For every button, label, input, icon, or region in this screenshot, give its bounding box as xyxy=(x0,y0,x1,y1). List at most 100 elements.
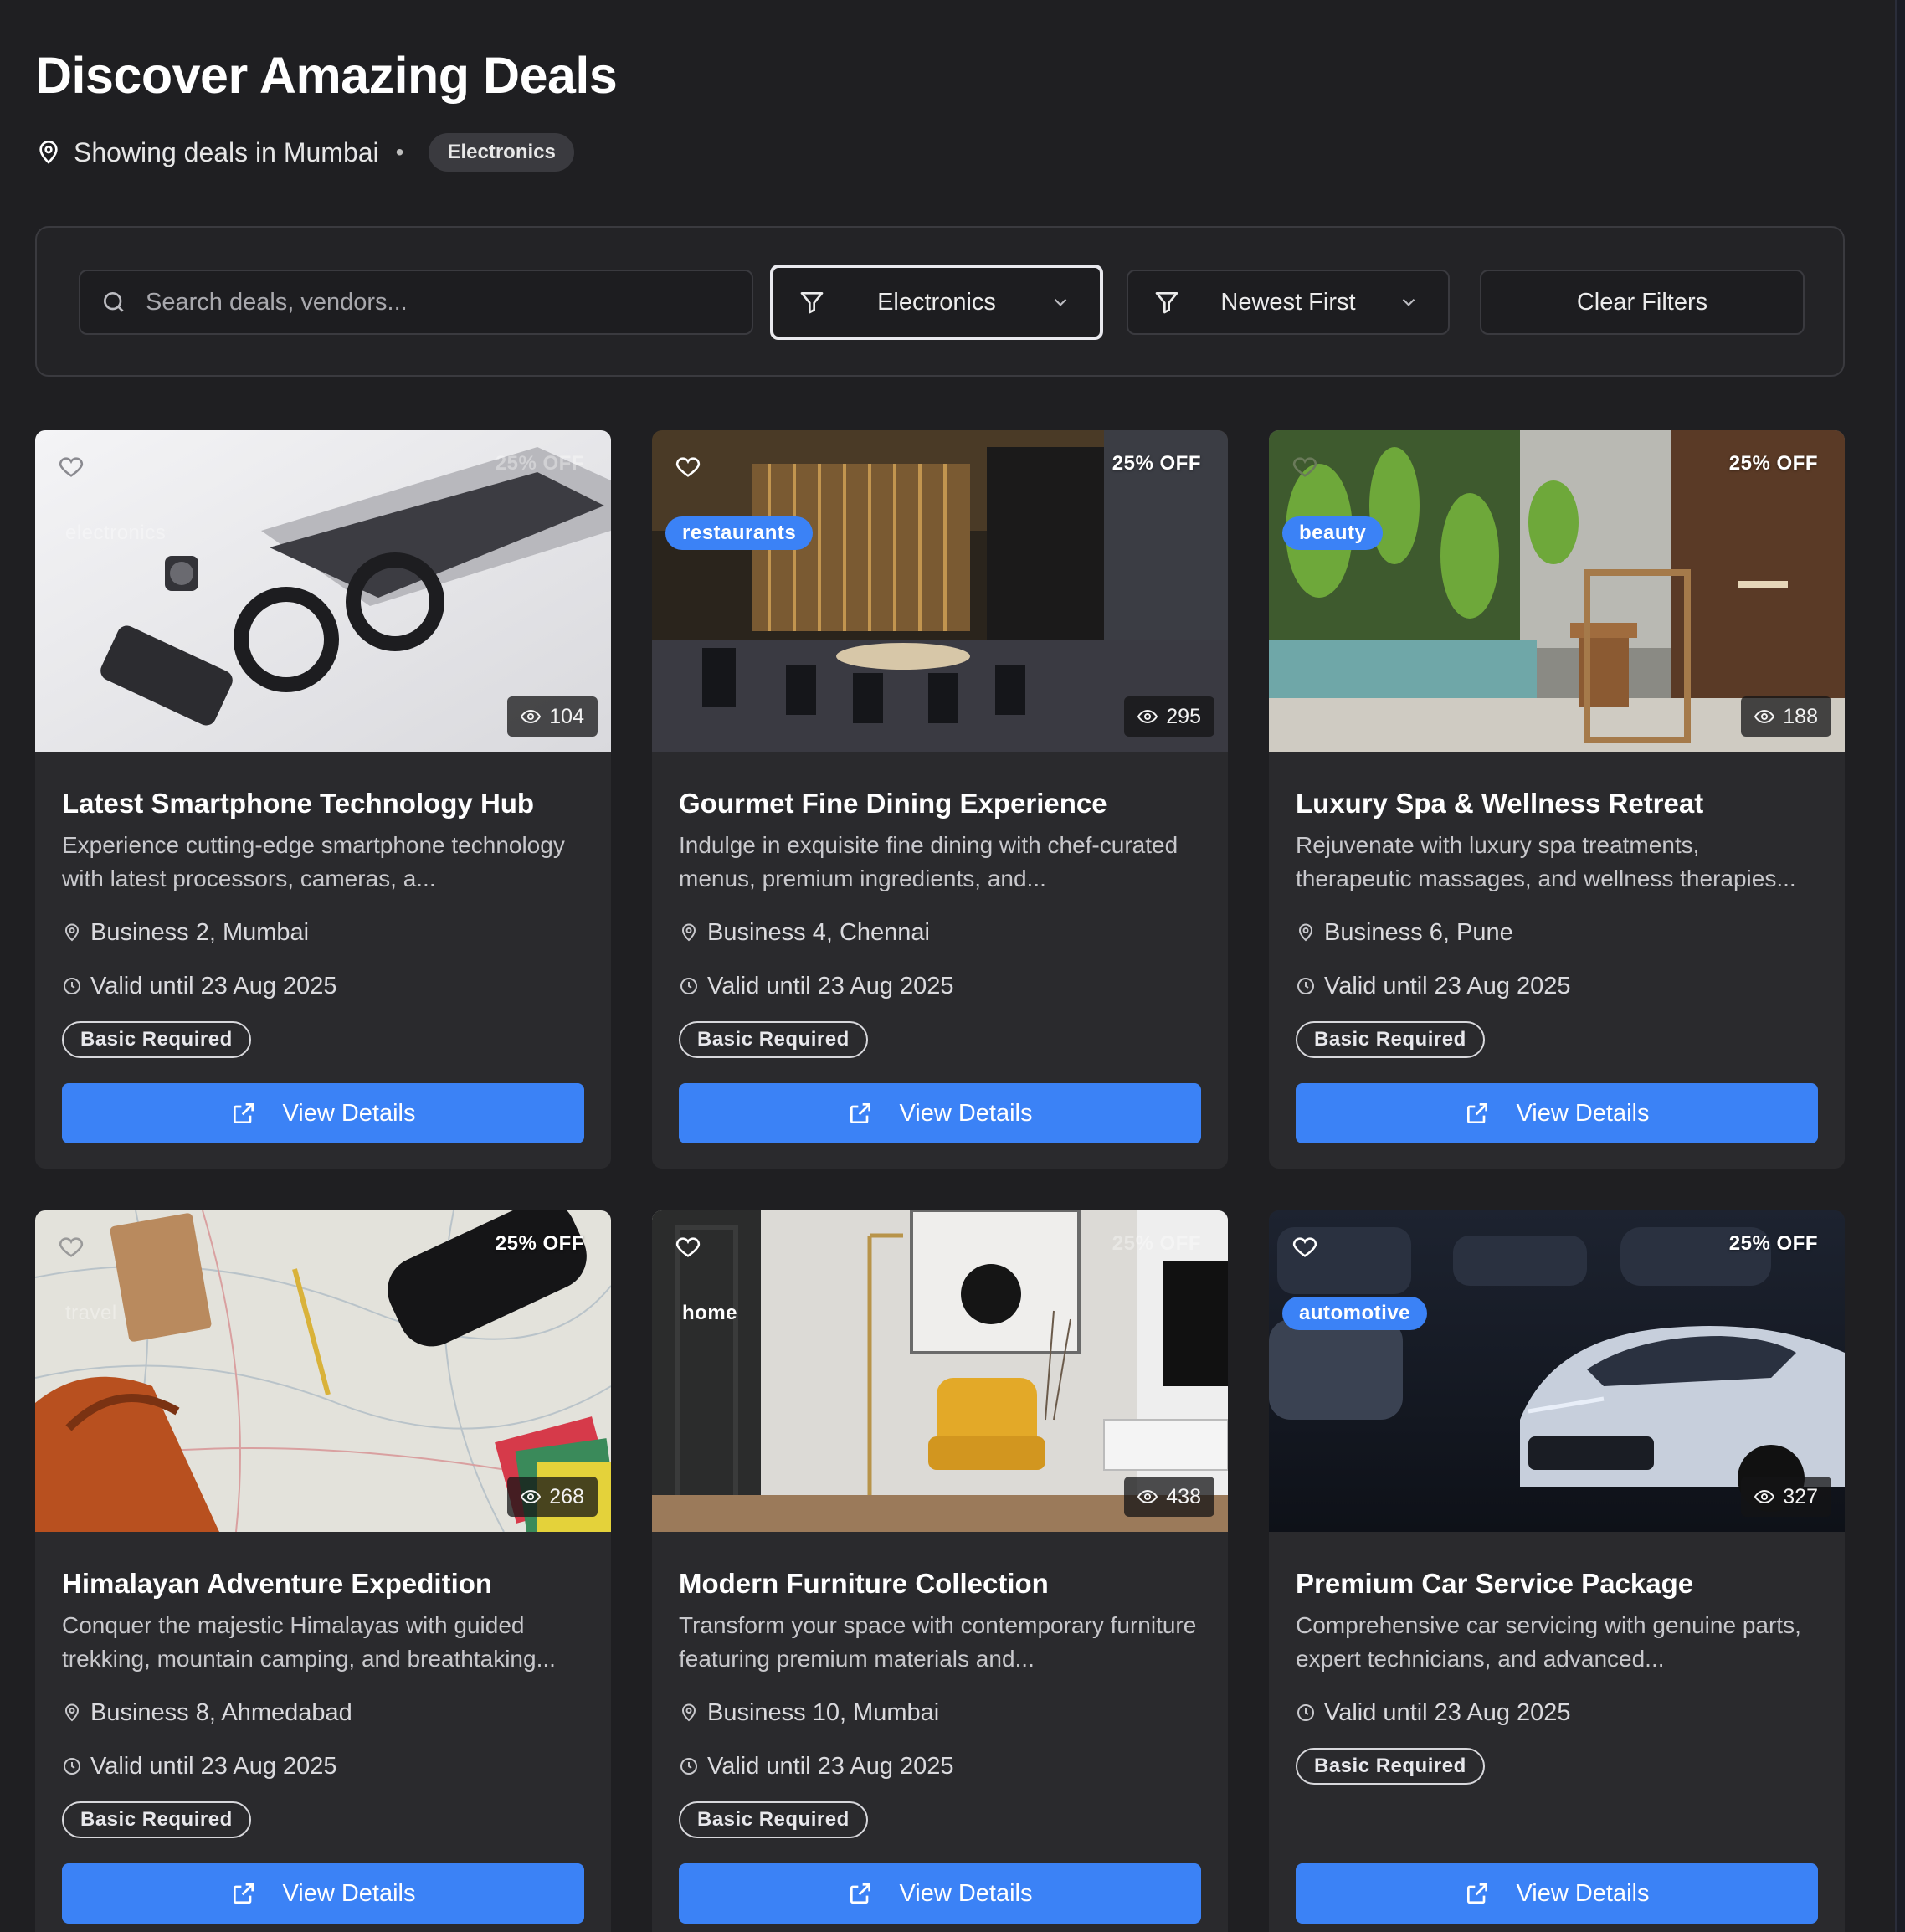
deal-description: Comprehensive car servicing with genuine… xyxy=(1296,1612,1801,1672)
eye-icon xyxy=(1137,709,1158,724)
chevron-down-icon xyxy=(1054,298,1067,306)
view-count: 188 xyxy=(1741,696,1831,737)
clock-icon xyxy=(64,978,80,994)
clear-filters-button[interactable]: Clear Filters xyxy=(1480,270,1805,335)
deal-card: 25% OFF travel 268 Himalayan Adventure E… xyxy=(35,1210,611,1932)
deal-validity-text: Valid until 23 Aug 2025 xyxy=(707,972,954,999)
favorite-heart-icon[interactable] xyxy=(1291,1232,1319,1261)
location-text: Showing deals in Mumbai xyxy=(74,136,379,167)
favorite-heart-icon[interactable] xyxy=(57,452,85,480)
external-link-icon xyxy=(850,1883,871,1904)
category-tag: home xyxy=(682,1302,738,1324)
location-pin-icon xyxy=(1298,923,1313,942)
favorite-heart-icon[interactable] xyxy=(1291,452,1319,480)
membership-badge: Basic Required xyxy=(62,1801,251,1838)
clock-icon xyxy=(680,1758,697,1775)
deal-location: Business 10, Mumbai xyxy=(679,1696,1201,1729)
view-details-label: View Details xyxy=(282,1879,416,1907)
deal-location: Business 4, Chennai xyxy=(679,916,1201,949)
deal-validity: Valid until 23 Aug 2025 xyxy=(679,969,1201,1003)
view-count-value: 268 xyxy=(549,1484,584,1508)
view-details-button[interactable]: View Details xyxy=(679,1863,1201,1924)
view-count-value: 295 xyxy=(1166,704,1201,728)
location-pin-icon xyxy=(681,923,696,942)
eye-icon xyxy=(1754,709,1775,724)
discount-badge: 25% OFF xyxy=(1728,452,1818,475)
category-select[interactable]: Electronics xyxy=(770,265,1103,340)
view-details-button[interactable]: View Details xyxy=(679,1083,1201,1143)
deal-validity: Valid until 23 Aug 2025 xyxy=(1296,969,1818,1003)
eye-icon xyxy=(521,709,542,724)
location-pin-icon xyxy=(35,139,62,166)
external-link-icon xyxy=(850,1103,871,1123)
discount-badge: 25% OFF xyxy=(495,1232,584,1255)
clock-icon xyxy=(1297,1704,1314,1721)
search-field[interactable] xyxy=(79,270,753,335)
deal-validity-text: Valid until 23 Aug 2025 xyxy=(707,1752,954,1780)
deal-location: Business 2, Mumbai xyxy=(62,916,584,949)
search-icon xyxy=(103,292,124,312)
deal-title: Modern Furniture Collection xyxy=(679,1568,1049,1599)
favorite-heart-icon[interactable] xyxy=(674,1232,702,1261)
deal-card: 25% OFF automotive 327 Premium Car Servi… xyxy=(1269,1210,1845,1932)
deal-title: Gourmet Fine Dining Experience xyxy=(679,788,1107,819)
sort-select[interactable]: Newest First xyxy=(1127,270,1450,335)
deal-validity-text: Valid until 23 Aug 2025 xyxy=(90,972,337,999)
deal-location-text: Business 6, Pune xyxy=(1324,918,1513,946)
deal-validity-text: Valid until 23 Aug 2025 xyxy=(90,1752,337,1780)
location-pin-icon xyxy=(64,1703,80,1722)
view-details-button[interactable]: View Details xyxy=(1296,1863,1818,1924)
external-link-icon xyxy=(1467,1883,1488,1904)
view-count-value: 438 xyxy=(1166,1484,1201,1508)
category-tag: automotive xyxy=(1282,1297,1428,1330)
deal-location-text: Business 4, Chennai xyxy=(707,918,930,946)
deal-location-text: Business 10, Mumbai xyxy=(707,1698,940,1726)
deal-title: Latest Smartphone Technology Hub xyxy=(62,788,535,819)
view-details-button[interactable]: View Details xyxy=(62,1863,584,1924)
deal-description: Conquer the majestic Himalayas with guid… xyxy=(62,1612,556,1672)
deal-location-text: Business 2, Mumbai xyxy=(90,918,310,946)
deal-validity-text: Valid until 23 Aug 2025 xyxy=(1324,972,1571,999)
page-title: Discover Amazing Deals xyxy=(35,47,618,104)
discount-badge: 25% OFF xyxy=(495,452,584,475)
clock-icon xyxy=(680,978,697,994)
location-pin-icon xyxy=(681,1703,696,1722)
view-details-label: View Details xyxy=(282,1099,416,1127)
deal-validity: Valid until 23 Aug 2025 xyxy=(62,1750,584,1783)
eye-icon xyxy=(521,1489,542,1504)
category-tag: restaurants xyxy=(665,516,814,550)
deal-location-text: Business 8, Ahmedabad xyxy=(90,1698,352,1726)
view-count: 268 xyxy=(507,1477,598,1517)
search-input[interactable] xyxy=(146,288,732,316)
membership-badge: Basic Required xyxy=(1296,1021,1485,1058)
discount-badge: 25% OFF xyxy=(1728,1232,1818,1255)
page-scrollbar[interactable] xyxy=(1895,0,1905,1932)
deal-card: 25% OFF beauty 188 Luxury Spa & Wellness… xyxy=(1269,430,1845,1169)
deal-title: Himalayan Adventure Expedition xyxy=(62,1568,493,1599)
deal-location: Business 6, Pune xyxy=(1296,916,1818,949)
filter-panel: Electronics Newest First Clear Filters xyxy=(35,226,1845,377)
discount-badge: 25% OFF xyxy=(1112,452,1201,475)
separator-dot: • xyxy=(395,139,404,165)
favorite-heart-icon[interactable] xyxy=(57,1232,85,1261)
deal-validity: Valid until 23 Aug 2025 xyxy=(1296,1696,1818,1729)
view-details-label: View Details xyxy=(899,1099,1033,1127)
deal-validity: Valid until 23 Aug 2025 xyxy=(679,1750,1201,1783)
favorite-heart-icon[interactable] xyxy=(674,452,702,480)
deal-validity: Valid until 23 Aug 2025 xyxy=(62,969,584,1003)
chevron-down-icon xyxy=(1402,298,1415,306)
category-tag: electronics xyxy=(65,522,167,544)
location-pin-icon xyxy=(64,923,80,942)
deal-location: Business 8, Ahmedabad xyxy=(62,1696,584,1729)
external-link-icon xyxy=(234,1103,254,1123)
category-tag: travel xyxy=(65,1302,117,1324)
membership-badge: Basic Required xyxy=(679,1801,868,1838)
deal-title: Luxury Spa & Wellness Retreat xyxy=(1296,788,1704,819)
view-details-button[interactable]: View Details xyxy=(1296,1083,1818,1143)
category-tag: beauty xyxy=(1282,516,1384,550)
deal-description: Experience cutting-edge smartphone techn… xyxy=(62,832,565,891)
view-details-button[interactable]: View Details xyxy=(62,1083,584,1143)
view-count-value: 188 xyxy=(1783,704,1818,728)
clock-icon xyxy=(1297,978,1314,994)
discount-badge: 25% OFF xyxy=(1112,1232,1201,1255)
